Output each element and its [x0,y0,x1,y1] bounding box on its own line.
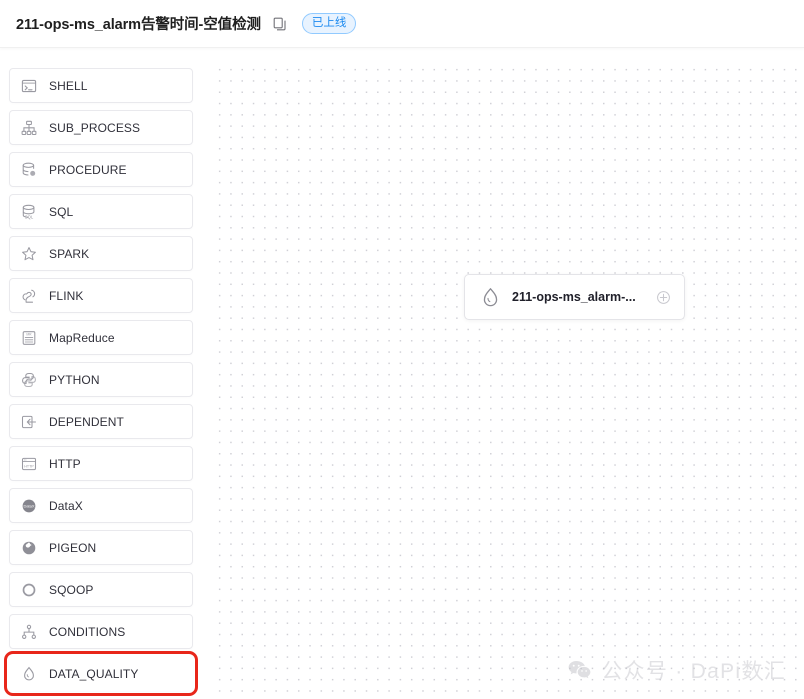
http-icon: HTTP [20,455,37,472]
sidebar-item-python[interactable]: PYTHON [9,362,193,397]
sidebar-item-data-quality[interactable]: DATA_QUALITY [4,651,198,696]
sidebar-item-label: SQOOP [49,582,94,597]
dependent-icon [20,413,37,430]
database-gear-icon [20,161,37,178]
python-icon [20,371,37,388]
sidebar-item-datax[interactable]: DataX DataX [9,488,193,523]
sidebar-item-label: SUB_PROCESS [49,120,141,135]
sidebar-item-mapreduce[interactable]: MR MapReduce [9,320,193,355]
sidebar-item-sql[interactable]: SQL SQL [9,194,193,229]
svg-text:HTTP: HTTP [24,464,34,468]
sidebar-item-conditions[interactable]: CONDITIONS [9,614,193,649]
page-title: 211-ops-ms_alarm告警时间-空值检测 [16,17,261,33]
sidebar-item-spark[interactable]: SPARK [9,236,193,271]
sidebar-item-label: DEPENDENT [49,414,124,429]
svg-text:MR: MR [26,332,32,336]
wechat-icon [566,657,592,683]
sidebar-item-label: HTTP [49,456,81,471]
status-badge: 已上线 [301,13,357,34]
sidebar-item-sub-process[interactable]: SUB_PROCESS [9,110,193,145]
watermark-text: 公众号 · DaPi数汇 [601,660,786,683]
workflow-canvas[interactable]: 211-ops-ms_alarm-... 公众号 · DaPi数汇 [213,60,804,699]
sidebar-item-label: CONDITIONS [49,624,126,639]
mapreduce-icon: MR [20,329,37,346]
conditions-icon [20,623,37,640]
sidebar-item-label: SHELL [49,78,88,93]
sidebar-item-label: PROCEDURE [49,162,127,177]
sidebar-item-http[interactable]: HTTP HTTP [9,446,193,481]
sidebar-item-label: MapReduce [49,330,115,345]
sidebar-item-label: SQL [49,204,74,219]
sidebar-item-pigeon[interactable]: PIGEON [9,530,193,565]
workflow-node-label: 211-ops-ms_alarm-... [512,290,636,304]
plus-circle-icon[interactable] [655,289,671,305]
sqoop-circle-icon [20,581,37,598]
sidebar-item-label: DataX [49,498,83,513]
datax-icon: DataX [20,497,37,514]
sidebar-item-shell[interactable]: SHELL [9,68,193,103]
terminal-icon [20,77,37,94]
water-drop-icon [479,286,501,308]
sidebar-item-label: PYTHON [49,372,100,387]
sidebar-item-flink[interactable]: FLINK [9,278,193,313]
sidebar-item-dependent[interactable]: DEPENDENT [9,404,193,439]
database-sql-icon: SQL [20,203,37,220]
task-type-sidebar[interactable]: SHELL SUB_PROCESS PROCEDURE SQL SQL SPAR… [0,48,205,699]
svg-text:DataX: DataX [23,503,34,508]
sidebar-item-label: FLINK [49,288,84,303]
water-drop-icon [20,665,37,682]
squirrel-icon [20,287,37,304]
sidebar-item-label: DATA_QUALITY [49,666,139,681]
pigeon-icon [20,539,37,556]
star-icon [20,245,37,262]
sidebar-item-sqoop[interactable]: SQOOP [9,572,193,607]
svg-text:SQL: SQL [24,214,33,219]
copy-icon[interactable] [273,16,288,31]
hierarchy-icon [20,119,37,136]
workflow-node[interactable]: 211-ops-ms_alarm-... [464,274,685,320]
sidebar-item-label: PIGEON [49,540,97,555]
workflow-editor-page: 211-ops-ms_alarm告警时间-空值检测 已上线 SHELL SUB_… [0,0,804,699]
sidebar-item-procedure[interactable]: PROCEDURE [9,152,193,187]
watermark: 公众号 · DaPi数汇 [566,655,786,685]
workflow-header: 211-ops-ms_alarm告警时间-空值检测 已上线 [0,0,804,48]
sidebar-item-label: SPARK [49,246,90,261]
